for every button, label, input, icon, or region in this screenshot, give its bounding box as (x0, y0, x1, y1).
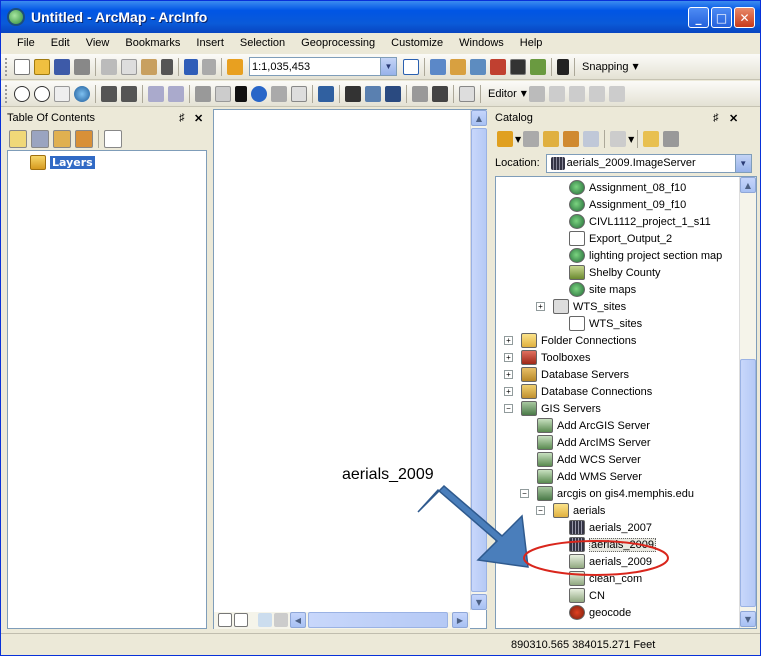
annotation-circle (523, 540, 669, 576)
annotation-arrow (417, 484, 529, 568)
annotation-overlay (417, 484, 669, 576)
